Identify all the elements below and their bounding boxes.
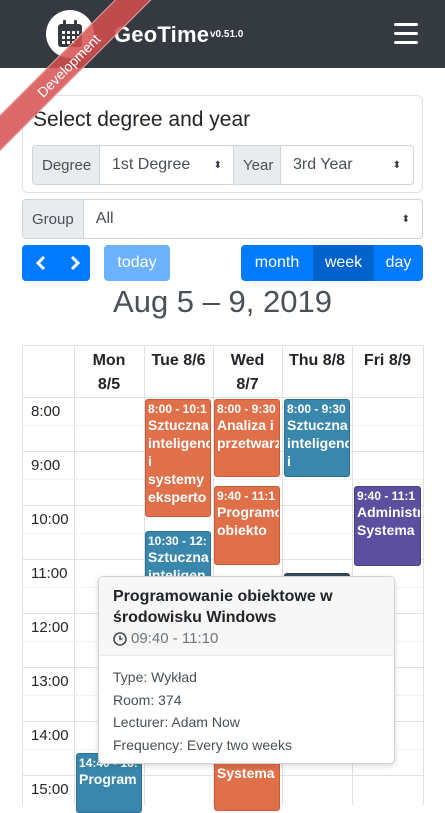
- hamburger-icon: [394, 23, 418, 26]
- development-ribbon: Development: [0, 0, 155, 152]
- group-input-group: Group All ⬍: [22, 199, 423, 239]
- year-select[interactable]: 3rd Year ⬍: [281, 146, 413, 184]
- calendar-event[interactable]: 9:40 - 11:1 Administracja Systema: [354, 486, 421, 566]
- year-input-group: Year 3rd Year ⬍: [233, 145, 414, 185]
- time-label: 12:00: [31, 619, 69, 636]
- menu-toggle-button[interactable]: [394, 23, 418, 45]
- popover-time: 09:40 - 11:10: [113, 630, 380, 647]
- popover-body: Type: Wykład Room: 374 Lecturer: Adam No…: [99, 656, 394, 766]
- chevron-left-icon: [35, 255, 45, 271]
- app-version: v0.51.0: [210, 29, 244, 40]
- group-select[interactable]: All ⬍: [84, 200, 422, 238]
- clock-icon: [113, 631, 127, 646]
- next-week-button[interactable]: [59, 245, 90, 281]
- year-select-value: 3rd Year: [293, 156, 353, 173]
- time-label: 15:00: [31, 781, 69, 798]
- day-view-button[interactable]: day: [374, 245, 423, 281]
- event-lecturer: Lecturer: Adam Now: [113, 714, 240, 730]
- event-frequency: Frequency: Every two weeks: [113, 736, 292, 753]
- popover-header: Programowanie obiektowe w środowisku Win…: [99, 577, 394, 656]
- time-label: 14:00: [31, 727, 69, 744]
- calendar-event[interactable]: 8:00 - 10:1 Sztuczna inteligencja i syst…: [145, 399, 211, 517]
- prev-week-button[interactable]: [22, 245, 59, 281]
- year-label: Year: [234, 146, 281, 184]
- day-header-wed[interactable]: Wed 8/7: [213, 349, 282, 397]
- dev-ribbon-wrap: Development: [0, 0, 160, 160]
- day-header-thu[interactable]: Thu 8/8: [282, 349, 352, 373]
- time-label: 13:00: [31, 673, 69, 690]
- event-room: Room: 374: [113, 691, 182, 708]
- time-label: 10:00: [31, 511, 69, 528]
- sort-caret-icon: ⬍: [401, 213, 410, 225]
- time-label: 9:00: [31, 457, 61, 474]
- month-view-button[interactable]: month: [241, 245, 313, 281]
- time-label: 11:00: [31, 565, 68, 582]
- event-details-popover: Programowanie obiektowe w środowisku Win…: [98, 576, 395, 764]
- sort-caret-icon: ⬍: [213, 159, 222, 171]
- day-header-mon[interactable]: Mon 8/5: [74, 349, 144, 397]
- calendar-event[interactable]: 9:40 - 11:1 Programowanie obiekto: [214, 486, 280, 565]
- day-header-fri[interactable]: Fri 8/9: [352, 349, 423, 373]
- date-range-title: Aug 5 – 9, 2019: [113, 284, 332, 319]
- today-button[interactable]: today: [104, 245, 170, 281]
- group-label: Group: [23, 200, 84, 238]
- chevron-right-icon: [70, 255, 80, 271]
- calendar-event[interactable]: Systema: [214, 761, 280, 811]
- calendar-event[interactable]: 8:00 - 9:30 Sztuczna inteligencja i: [284, 399, 350, 477]
- group-select-value: All: [95, 210, 114, 227]
- time-label: 8:00: [31, 403, 61, 420]
- event-type: Type: Wykład: [113, 669, 197, 685]
- week-view-button[interactable]: week: [313, 245, 374, 281]
- popover-title: Programowanie obiektowe w środowisku Win…: [113, 588, 333, 626]
- sort-caret-icon: ⬍: [392, 159, 401, 171]
- day-header-tue[interactable]: Tue 8/6: [144, 349, 213, 373]
- calendar-event[interactable]: 8:00 - 9:30 Analiza i przetwarzanie: [214, 399, 280, 477]
